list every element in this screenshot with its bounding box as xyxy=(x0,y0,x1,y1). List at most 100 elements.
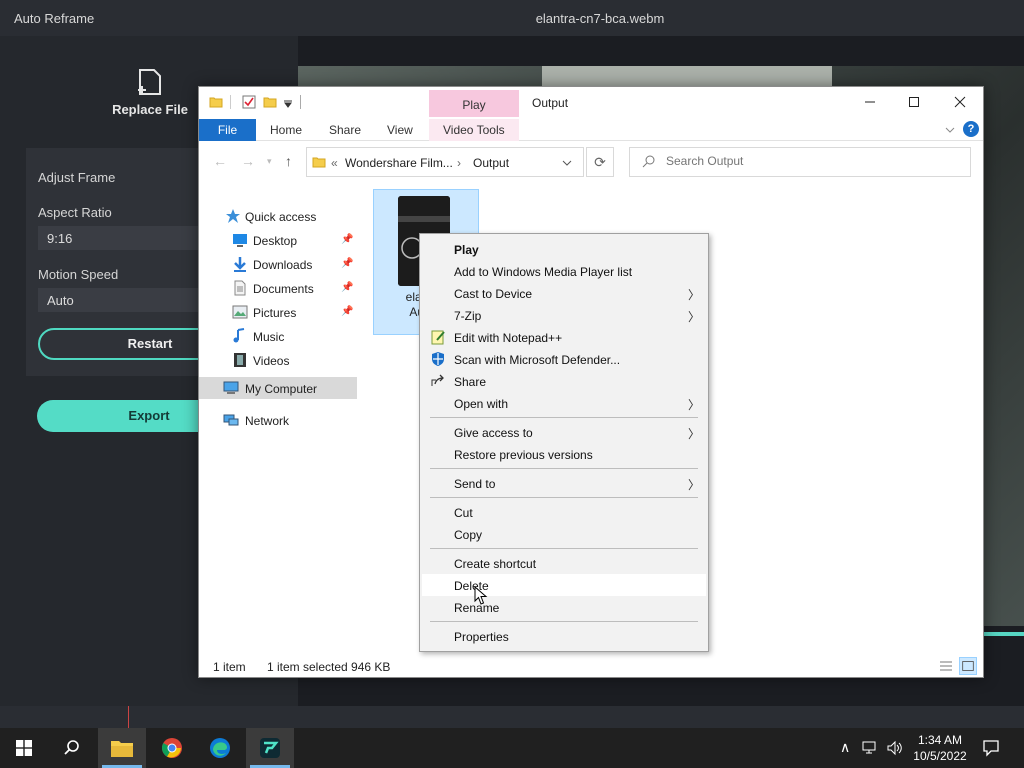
search-box[interactable] xyxy=(629,147,971,177)
help-icon[interactable]: ? xyxy=(963,121,979,137)
motion-speed-select[interactable]: Auto xyxy=(38,288,208,312)
volume-icon[interactable] xyxy=(886,740,904,756)
start-button[interactable] xyxy=(0,728,48,768)
close-button[interactable] xyxy=(937,91,983,115)
menu-separator xyxy=(430,621,698,622)
nav-item-music[interactable]: Music xyxy=(199,325,357,347)
tab-video-tools[interactable]: Video Tools xyxy=(443,123,505,137)
tab-share[interactable]: Share xyxy=(329,123,361,137)
large-icons-view-icon[interactable] xyxy=(959,657,977,675)
menu-label: Properties xyxy=(454,630,509,644)
tab-file[interactable]: File xyxy=(199,119,256,141)
pin-icon[interactable]: 📌 xyxy=(341,282,353,293)
notepad-icon xyxy=(431,330,445,345)
menu-label: Share xyxy=(454,375,487,389)
properties-icon[interactable] xyxy=(242,95,256,109)
breadcrumb-separator-icon: › xyxy=(457,156,461,170)
menu-item-edit-notepad[interactable]: Edit with Notepad++ xyxy=(422,326,706,348)
nav-label: Pictures xyxy=(253,306,297,320)
menu-item-play[interactable]: Play xyxy=(422,238,706,260)
taskbar-file-explorer[interactable] xyxy=(98,728,146,768)
network-status-icon[interactable] xyxy=(862,740,880,756)
breadcrumb-item[interactable]: Wondershare Film... xyxy=(345,156,453,170)
clock-time: 1:34 AM xyxy=(917,733,963,747)
menu-item-restore-versions[interactable]: Restore previous versions xyxy=(422,443,706,465)
pin-icon[interactable]: 📌 xyxy=(341,258,353,269)
menu-label: Edit with Notepad++ xyxy=(454,331,563,345)
forward-icon[interactable]: → xyxy=(241,153,255,169)
menu-item-add-to-wmp[interactable]: Add to Windows Media Player list xyxy=(422,260,706,282)
show-hidden-icons-chevron-up-icon[interactable]: ∧ xyxy=(840,739,850,756)
maximize-button[interactable] xyxy=(891,91,937,115)
menu-item-cast-to-device[interactable]: Cast to Device 〉 xyxy=(422,282,706,304)
taskbar-chrome[interactable] xyxy=(148,728,196,768)
notifications-icon[interactable] xyxy=(982,739,1000,757)
menu-item-share[interactable]: Share xyxy=(422,370,706,392)
new-folder-icon[interactable] xyxy=(263,95,277,109)
recent-locations-icon[interactable]: ▾ xyxy=(267,156,272,167)
nav-item-quick-access[interactable]: Quick access xyxy=(199,205,357,227)
star-icon xyxy=(226,209,240,223)
folder-icon xyxy=(312,157,326,168)
menu-label: Cut xyxy=(454,506,473,520)
breadcrumb-overflow-icon[interactable]: « xyxy=(331,156,338,170)
menu-item-copy[interactable]: Copy xyxy=(422,523,706,545)
computer-icon xyxy=(223,381,239,394)
customize-toolbar-icon[interactable] xyxy=(283,99,293,109)
playhead[interactable] xyxy=(128,706,129,728)
taskbar-edge[interactable] xyxy=(196,728,244,768)
app-timeline xyxy=(0,706,1024,728)
back-icon[interactable]: ← xyxy=(213,153,227,169)
address-box[interactable]: « Wondershare Film... › Output xyxy=(306,147,584,177)
menu-label: Open with xyxy=(454,397,509,411)
preview-progress-bar xyxy=(984,632,1024,636)
network-icon xyxy=(223,414,239,426)
menu-item-open-with[interactable]: Open with 〉 xyxy=(422,392,706,414)
pin-icon[interactable]: 📌 xyxy=(341,306,353,317)
minimize-button[interactable] xyxy=(847,91,893,115)
menu-item-delete[interactable]: Delete xyxy=(422,574,706,596)
menu-item-give-access[interactable]: Give access to 〉 xyxy=(422,421,706,443)
nav-item-documents[interactable]: Documents 📌 xyxy=(199,277,357,299)
nav-item-pictures[interactable]: Pictures 📌 xyxy=(199,301,357,323)
nav-item-my-computer[interactable]: My Computer xyxy=(199,377,357,399)
nav-item-desktop[interactable]: Desktop 📌 xyxy=(199,229,357,251)
details-view-icon[interactable] xyxy=(937,657,955,675)
pin-icon[interactable]: 📌 xyxy=(341,234,353,245)
tab-home[interactable]: Home xyxy=(270,123,302,137)
selection-info: 1 item selected 946 KB xyxy=(267,660,391,674)
menu-label: Play xyxy=(454,243,479,257)
menu-item-cut[interactable]: Cut xyxy=(422,501,706,523)
menu-item-properties[interactable]: Properties xyxy=(422,625,706,647)
explorer-titlebar: Play Output xyxy=(199,87,983,119)
nav-item-network[interactable]: Network xyxy=(199,409,357,431)
status-bar: 1 item 1 item selected 946 KB xyxy=(199,655,983,677)
video-icon xyxy=(234,353,246,367)
search-button[interactable] xyxy=(48,728,96,768)
system-clock[interactable]: 1:34 AM 10/5/2022 xyxy=(910,732,970,764)
nav-item-videos[interactable]: Videos xyxy=(199,349,357,371)
menu-label: Scan with Microsoft Defender... xyxy=(454,353,621,367)
search-input[interactable] xyxy=(666,154,956,168)
menu-item-rename[interactable]: Rename xyxy=(422,596,706,618)
menu-item-7zip[interactable]: 7-Zip 〉 xyxy=(422,304,706,326)
replace-file-button[interactable]: Replace File xyxy=(110,68,190,117)
nav-item-downloads[interactable]: Downloads 📌 xyxy=(199,253,357,275)
submenu-arrow-icon: 〉 xyxy=(688,478,701,492)
item-count: 1 item xyxy=(213,660,246,674)
expand-ribbon-icon[interactable] xyxy=(945,126,955,134)
close-icon xyxy=(954,96,966,108)
aspect-ratio-select[interactable]: 9:16 xyxy=(38,226,208,250)
breadcrumb-item[interactable]: Output xyxy=(473,156,509,170)
up-icon[interactable]: ↑ xyxy=(285,153,292,169)
play-tab[interactable]: Play xyxy=(429,90,519,117)
menu-item-send-to[interactable]: Send to 〉 xyxy=(422,472,706,494)
refresh-icon[interactable]: ⟳ xyxy=(586,147,614,177)
chevron-down-icon[interactable] xyxy=(562,159,572,167)
tab-view[interactable]: View xyxy=(387,123,413,137)
menu-item-scan-defender[interactable]: Scan with Microsoft Defender... xyxy=(422,348,706,370)
menu-item-create-shortcut[interactable]: Create shortcut xyxy=(422,552,706,574)
nav-label: Videos xyxy=(253,354,290,368)
desktop-icon xyxy=(233,234,247,247)
taskbar-filmora[interactable] xyxy=(246,728,294,768)
